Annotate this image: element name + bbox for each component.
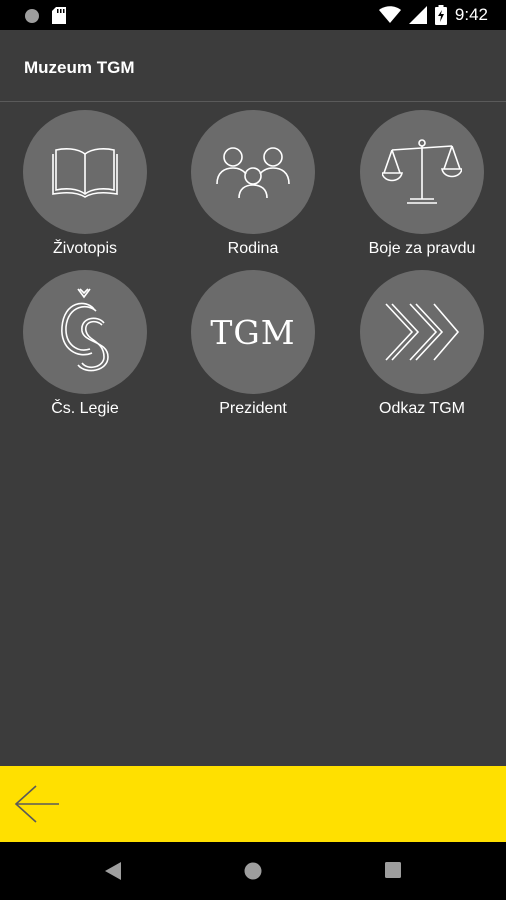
tile-label: Čs. Legie: [51, 400, 119, 417]
nav-recents-icon[interactable]: [385, 862, 401, 878]
signal-icon: [408, 6, 427, 24]
tile-rodina[interactable]: Rodina: [169, 110, 337, 258]
tile-circle: [360, 110, 484, 234]
tile-label: Rodina: [227, 240, 279, 257]
chevrons-icon: [385, 303, 460, 361]
tile-boje-za-pravdu[interactable]: Boje za pravdu: [338, 110, 506, 258]
tile-label: Odkaz TGM: [379, 400, 465, 417]
tile-odkaz-tgm[interactable]: Odkaz TGM: [338, 270, 506, 418]
tile-circle: [23, 270, 147, 394]
tile-zivotopis[interactable]: Životopis: [1, 110, 169, 258]
status-time: 9:42: [454, 5, 488, 24]
book-icon: [52, 148, 118, 198]
app-title: Muzeum TGM: [24, 58, 135, 77]
tile-prezident[interactable]: TGM Prezident: [169, 270, 337, 418]
tile-label: Životopis: [52, 240, 118, 257]
tile-label: Boje za pravdu: [368, 240, 476, 257]
family-icon: [216, 147, 290, 198]
tile-circle: [360, 270, 484, 394]
bottom-bar: [0, 766, 506, 842]
record-icon: [25, 8, 39, 23]
battery-charging-icon: [434, 5, 447, 25]
scales-icon: [382, 139, 462, 204]
tile-circle: [23, 110, 147, 234]
app-bar: Muzeum TGM: [0, 30, 506, 102]
tile-circle: TGM: [191, 270, 315, 394]
tgm-text-icon: TGM: [210, 312, 296, 352]
status-bar: 9:42: [0, 0, 506, 30]
sd-card-icon: [52, 7, 66, 24]
tile-label: Prezident: [219, 400, 287, 417]
back-arrow-icon[interactable]: [14, 784, 60, 824]
wifi-icon: [378, 6, 401, 23]
system-nav-bar: [0, 842, 506, 900]
nav-back-icon[interactable]: [105, 862, 121, 880]
nav-home-icon[interactable]: [244, 862, 262, 880]
tile-cs-legie[interactable]: Čs. Legie: [1, 270, 169, 418]
cs-monogram-icon: [61, 288, 109, 372]
tile-circle: [191, 110, 315, 234]
